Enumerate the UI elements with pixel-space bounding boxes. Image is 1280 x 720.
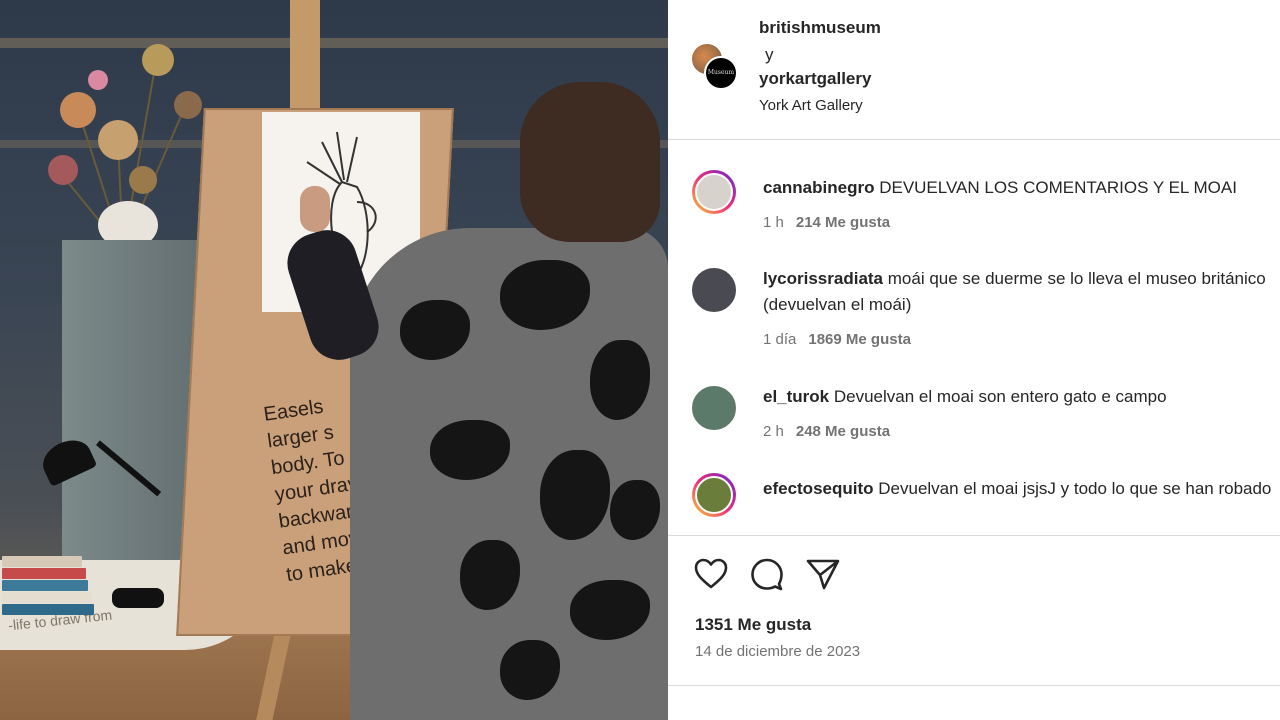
flower-arrangement bbox=[48, 44, 202, 250]
book-stack bbox=[2, 556, 96, 615]
author-username[interactable]: britishmuseum bbox=[759, 18, 881, 38]
comment-text: efectosequito Devuelvan el moai jsjsJ y … bbox=[763, 476, 1273, 502]
send-icon[interactable] bbox=[805, 556, 841, 592]
comment-time[interactable]: 1 día bbox=[763, 331, 796, 348]
comment-likes[interactable]: 248 Me gusta bbox=[796, 423, 890, 440]
avatar[interactable] bbox=[692, 170, 736, 214]
location-link[interactable]: York Art Gallery bbox=[759, 97, 863, 114]
comment-time[interactable]: 2 h bbox=[763, 423, 784, 440]
lamp-base bbox=[112, 588, 164, 608]
comment-meta: 1 h 214 Me gusta bbox=[763, 214, 890, 231]
likes-count[interactable]: 1351 Me gusta bbox=[695, 615, 811, 635]
post-panel: Museum britishmuseum y yorkartgallery Yo… bbox=[668, 0, 1280, 720]
comment-time[interactable]: 1 h bbox=[763, 214, 784, 231]
avatar[interactable] bbox=[692, 268, 736, 312]
post-header: Museum britishmuseum y yorkartgallery Yo… bbox=[668, 0, 1280, 140]
post-date: 14 de diciembre de 2023 bbox=[695, 643, 861, 660]
comment-username[interactable]: lycorissradiata bbox=[763, 269, 883, 288]
comment-body: Devuelvan el moai son entero gato e camp… bbox=[833, 387, 1167, 406]
comment-icon[interactable] bbox=[749, 556, 785, 592]
person-head bbox=[520, 82, 660, 242]
comment-username[interactable]: cannabinegro bbox=[763, 178, 874, 197]
comment-username[interactable]: el_turok bbox=[763, 387, 829, 406]
comment-text: el_turok Devuelvan el moai son entero ga… bbox=[763, 384, 1273, 410]
avatar[interactable] bbox=[692, 386, 736, 430]
collab-avatars[interactable]: Museum bbox=[690, 42, 738, 92]
comment-likes[interactable]: 1869 Me gusta bbox=[808, 331, 911, 348]
person-hand bbox=[300, 186, 330, 232]
collab-conjunction: y bbox=[765, 45, 774, 64]
heart-icon[interactable] bbox=[693, 556, 729, 592]
post-actions: 1351 Me gusta 14 de diciembre de 2023 bbox=[668, 535, 1280, 685]
comment-text: cannabinegro DEVUELVAN LOS COMENTARIOS Y… bbox=[763, 175, 1273, 201]
comment-meta: 1 día 1869 Me gusta bbox=[763, 331, 911, 348]
avatar[interactable] bbox=[692, 473, 736, 517]
comment-likes[interactable]: 214 Me gusta bbox=[796, 214, 890, 231]
post-image[interactable]: -life to draw from Easels larger s body.… bbox=[0, 0, 668, 720]
comment-username[interactable]: efectosequito bbox=[763, 479, 874, 498]
comment-body: Devuelvan el moai jsjsJ y todo lo que se… bbox=[878, 479, 1272, 498]
easel-mast bbox=[290, 0, 320, 110]
collab-username[interactable]: yorkartgallery bbox=[759, 69, 871, 89]
avatar[interactable]: Museum bbox=[704, 56, 738, 90]
comment-meta: 2 h 248 Me gusta bbox=[763, 423, 890, 440]
comment-text: lycorissradiata moái que se duerme se lo… bbox=[763, 266, 1273, 318]
comment-body: DEVUELVAN LOS COMENTARIOS Y EL MOAI bbox=[879, 178, 1237, 197]
add-comment-bar[interactable] bbox=[668, 685, 1280, 720]
